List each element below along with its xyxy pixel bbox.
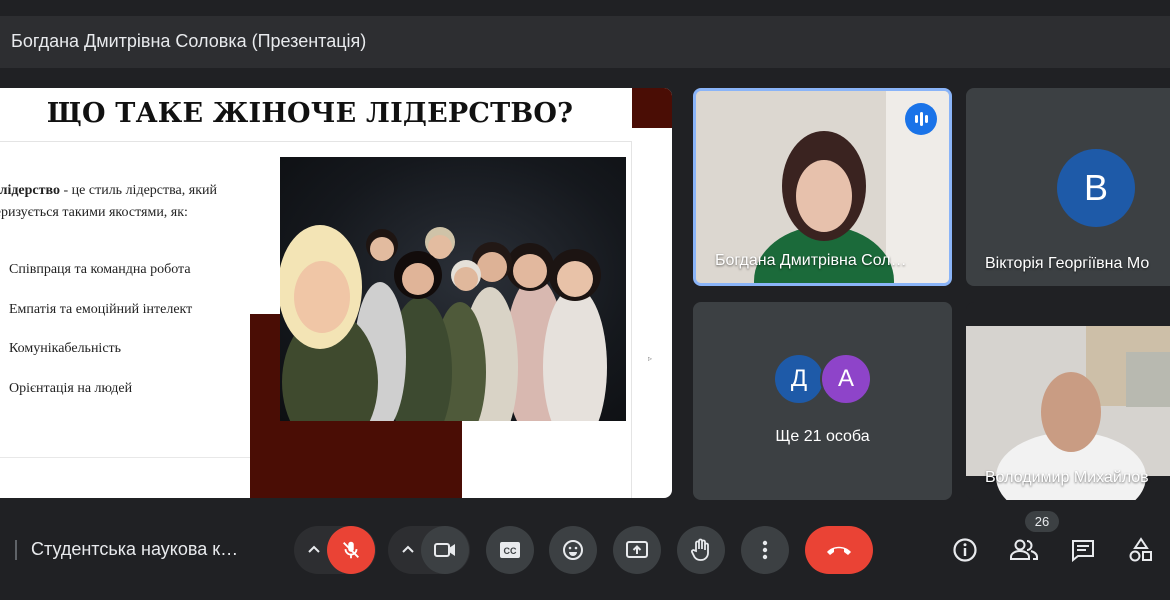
call-end-icon[interactable] <box>805 526 873 574</box>
slide-bullet: Орієнтація на людей <box>9 380 133 396</box>
others-count-label: Ще 21 особа <box>775 428 870 445</box>
avatar: Д <box>773 353 825 405</box>
participant-name: Вікторія Георгіївна Мо <box>985 255 1150 272</box>
people-icon[interactable] <box>1007 533 1041 567</box>
participant-tile[interactable]: В Вікторія Георгіївна Мо <box>966 88 1170 286</box>
presentation-slide[interactable]: ЩО ТАКЕ ЖІНОЧЕ ЛІДЕРСТВО? че лідерство -… <box>0 88 672 498</box>
slide-bullet-list: Співпраця та командна робота Емпатія та … <box>9 262 192 420</box>
activities-icon[interactable] <box>1124 533 1158 567</box>
closed-captions-icon[interactable]: CC <box>486 526 534 574</box>
participant-name: Богдана Дмитрівна Сол… <box>715 252 907 269</box>
mic-control-group <box>294 526 376 574</box>
slide-bullet: Комунікабельність <box>9 341 122 356</box>
participant-name: Володимир Михайлов <box>985 469 1149 486</box>
footer-divider <box>15 540 17 560</box>
presenter-header: Богдана Дмитрівна Соловка (Презентація) <box>0 16 1170 68</box>
videocam-icon[interactable] <box>421 526 469 574</box>
present-screen-icon[interactable] <box>613 526 661 574</box>
participant-count-badge: 26 <box>1025 511 1059 532</box>
participant-tile-speaker[interactable]: Богдана Дмитрівна Сол… <box>693 88 952 286</box>
camera-control-group <box>388 526 470 574</box>
avatar: В <box>1057 149 1135 227</box>
slide-title: ЩО ТАКЕ ЖІНОЧЕ ЛІДЕРСТВО? <box>46 98 574 129</box>
slide-intro-bold: че лідерство <box>0 183 60 198</box>
others-tile[interactable]: Д А Ще 21 особа <box>693 302 952 500</box>
emoji-icon[interactable] <box>549 526 597 574</box>
slide-intro-rest: - це стиль лідерства, який <box>60 183 217 198</box>
presenter-title: Богдана Дмитрівна Соловка (Презентація) <box>11 31 367 51</box>
raise-hand-icon[interactable] <box>677 526 725 574</box>
more-vert-icon[interactable] <box>741 526 789 574</box>
mic-off-icon[interactable] <box>327 526 375 574</box>
slide-group-photo <box>280 157 626 421</box>
slide-intro-line2: ктеризується такими якостями, як: <box>0 205 188 220</box>
chat-icon[interactable] <box>1066 533 1100 567</box>
slide-bullet: Емпатія та емоційний інтелект <box>9 301 193 317</box>
slide-divider <box>631 142 632 498</box>
avatar: А <box>820 353 872 405</box>
slide-intro-text: че лідерство - це стиль лідерства, який … <box>0 180 252 224</box>
slide-corner-decoration <box>632 88 672 128</box>
info-icon[interactable] <box>948 533 982 567</box>
svg-text:CC: CC <box>504 546 517 556</box>
speaking-indicator-icon <box>905 103 937 135</box>
meeting-title[interactable]: Студентська наукова к… <box>31 539 238 560</box>
slide-title-bar: ЩО ТАКЕ ЖІНОЧЕ ЛІДЕРСТВО? <box>0 88 632 142</box>
participant-tile[interactable]: Володимир Михайлов <box>966 302 1170 500</box>
pointer-cursor-icon: ▹ <box>648 354 653 363</box>
slide-bullet: Співпраця та командна робота <box>9 262 191 277</box>
